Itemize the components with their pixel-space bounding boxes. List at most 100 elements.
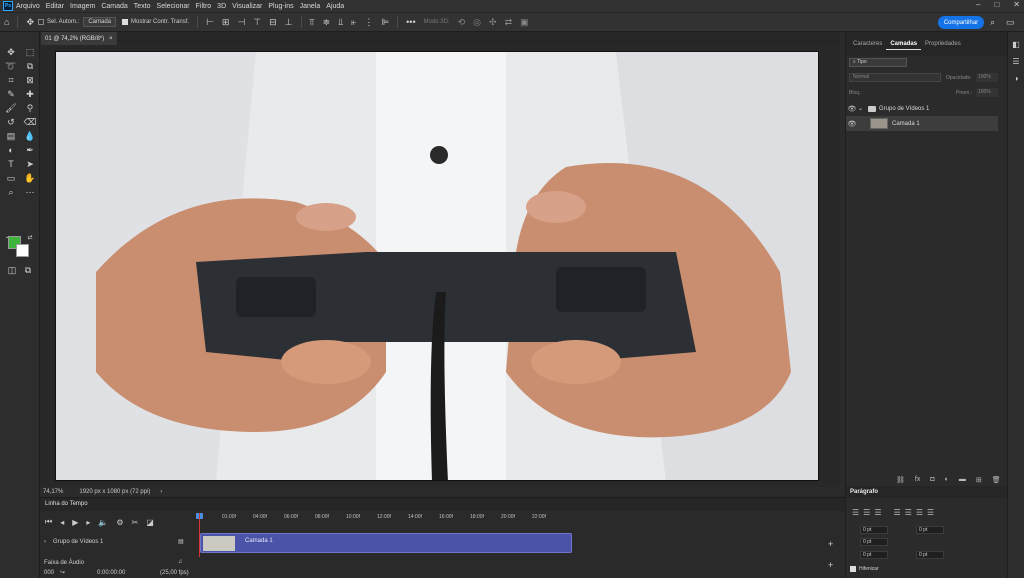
crop-tool-icon[interactable]: ⌗ [3,74,19,86]
move-tool-icon[interactable]: ✥ [26,17,34,28]
rectangle-tool-icon[interactable]: ▭ [3,172,19,184]
path-select-tool-icon[interactable]: ➤ [22,158,38,170]
swap-colors-icon[interactable]: ⇄ [26,232,34,244]
slide-3d-icon[interactable]: ⇄ [505,17,513,28]
menu-imagem[interactable]: Imagem [67,3,98,10]
adjustment-icon[interactable]: ◐ [945,476,949,484]
menu-visualizar[interactable]: Visualizar [229,3,265,10]
menu-texto[interactable]: Texto [131,3,154,10]
audio-icon[interactable]: 🔈 [98,518,108,527]
menu-ajuda[interactable]: Ajuda [323,3,347,10]
more-tools-icon[interactable]: ⋯ [22,186,38,198]
space-before-field[interactable]: 0 pt [860,551,888,559]
layers-panel-icon[interactable]: ◧ [1008,40,1024,49]
close-icon[interactable]: ✕ [1013,0,1020,9]
auto-select-checkbox[interactable]: Sel. Autom.: [37,19,79,25]
music-note-icon[interactable]: ♫ [178,559,183,565]
indent-right-field[interactable]: 0 pt [916,526,944,534]
eyedropper-tool-icon[interactable]: ✎ [3,88,19,100]
fx-icon[interactable]: fx [915,476,920,484]
first-frame-icon[interactable]: ⏮ [45,517,52,527]
align-middle-icon[interactable]: ⊟ [269,17,277,28]
visibility-eye-icon[interactable]: 👁 [846,120,858,128]
tab-properties[interactable]: Propriedades [921,39,965,49]
hand-tool-icon[interactable]: ✋ [22,172,38,184]
drag-3d-icon[interactable]: ✣ [489,17,497,28]
show-transform-checkbox[interactable]: Mostrar Contr. Transf. [122,19,189,25]
expand-group-icon[interactable]: › [44,539,46,545]
timeline-ruler[interactable]: 01:00f 04:00f 06:00f 08:00f 10:00f 12:00… [200,512,575,524]
layer-row-camada-1[interactable]: 👁 Camada 1 [846,116,998,131]
indent-first-line-field[interactable]: 0 pt [860,538,888,546]
visibility-eye-icon[interactable]: 👁 [846,105,858,113]
default-colors-icon[interactable]: ▪ [4,232,10,244]
auto-select-dropdown[interactable]: Camada [83,17,117,27]
blend-mode-dropdown[interactable]: Normal [849,73,941,82]
menu-editar[interactable]: Editar [43,3,67,10]
align-top-icon[interactable]: ⊤ [253,17,261,28]
marquee-tool-icon[interactable]: ⬚ [22,46,38,58]
more-options-icon[interactable]: ••• [406,17,415,27]
status-expand-icon[interactable]: › [160,489,162,495]
render-icon[interactable]: ↪ [60,569,65,576]
justify-all-icon[interactable]: ☰ [927,508,934,517]
menu-plugins[interactable]: Plug-ins [265,3,296,10]
settings-icon[interactable]: ⚙ [116,518,123,527]
menu-janela[interactable]: Janela [297,3,324,10]
frame-tool-icon[interactable]: ⊠ [22,74,38,86]
align-left-text-icon[interactable]: ☰ [852,508,859,517]
minimize-icon[interactable]: – [976,0,980,9]
distribute-left-icon[interactable]: ⫦ [351,17,356,28]
tab-layers[interactable]: Camadas [886,39,922,50]
distribute-top-icon[interactable]: ⫪ [310,17,315,28]
split-icon[interactable]: ✂ [132,518,139,527]
home-icon[interactable]: ⌂ [4,17,9,27]
transition-icon[interactable]: ◪ [146,518,154,527]
document-canvas-image[interactable] [55,51,819,481]
justify-center-icon[interactable]: ☰ [905,508,912,517]
color-icon[interactable]: ◑ [1008,74,1024,83]
justify-right-icon[interactable]: ☰ [916,508,923,517]
object-select-tool-icon[interactable]: ⧉ [22,60,38,72]
workspace-icon[interactable]: ▭ [1006,17,1015,28]
close-tab-icon[interactable]: × [109,36,113,42]
scale-3d-icon[interactable]: ▣ [520,17,529,28]
dodge-tool-icon[interactable]: ◐ [3,144,19,156]
type-tool-icon[interactable]: T [3,158,19,170]
link-layers-icon[interactable]: ⛓ [896,476,905,484]
align-left-icon[interactable]: ⊢ [206,17,214,28]
gradient-tool-icon[interactable]: ▤ [3,130,19,142]
rotate-3d-icon[interactable]: ⟲ [458,17,466,28]
quick-mask-icon[interactable]: ◫ [4,264,20,276]
menu-camada[interactable]: Camada [98,3,130,10]
share-button[interactable]: Compartilhar [938,16,984,29]
menu-selecionar[interactable]: Selecionar [154,3,193,10]
tab-characters[interactable]: Caracteres [849,39,886,49]
menu-arquivo[interactable]: Arquivo [13,3,43,10]
align-center-text-icon[interactable]: ☰ [863,508,870,517]
play-icon[interactable]: ▶ [72,518,78,527]
align-right-text-icon[interactable]: ☰ [874,508,881,517]
align-center-icon[interactable]: ⊞ [222,17,230,28]
roll-3d-icon[interactable]: ◎ [473,17,481,28]
justify-left-icon[interactable]: ☰ [894,508,901,517]
menu-filtro[interactable]: Filtro [193,3,215,10]
fill-value[interactable]: 100% [976,88,998,97]
opacity-value[interactable]: 100% [976,73,998,82]
zoom-level[interactable]: 74,17% [43,489,63,495]
zoom-tool-icon[interactable]: ⌕ [3,186,19,198]
space-after-field[interactable]: 0 pt [916,551,944,559]
chevron-down-icon[interactable]: ⌄ [858,105,866,112]
distribute-center-icon[interactable]: ⋮ [364,17,373,28]
distribute-right-icon[interactable]: ⊫ [381,17,389,28]
document-tab[interactable]: 01 @ 74,2% (RGB/8*) × [41,32,117,45]
delete-layer-icon[interactable]: 🗑 [992,476,1001,484]
properties-icon[interactable]: ☰ [1008,57,1024,66]
background-color-swatch[interactable] [16,244,29,257]
align-bottom-icon[interactable]: ⊥ [285,17,293,28]
layer-filter-dropdown[interactable]: ⌕ Tipo [849,58,907,67]
next-frame-icon[interactable]: ▸ [86,518,90,527]
maximize-icon[interactable]: □ [994,0,999,9]
pen-tool-icon[interactable]: ✒ [22,144,38,156]
screen-mode-icon[interactable]: ⧉ [20,264,36,276]
